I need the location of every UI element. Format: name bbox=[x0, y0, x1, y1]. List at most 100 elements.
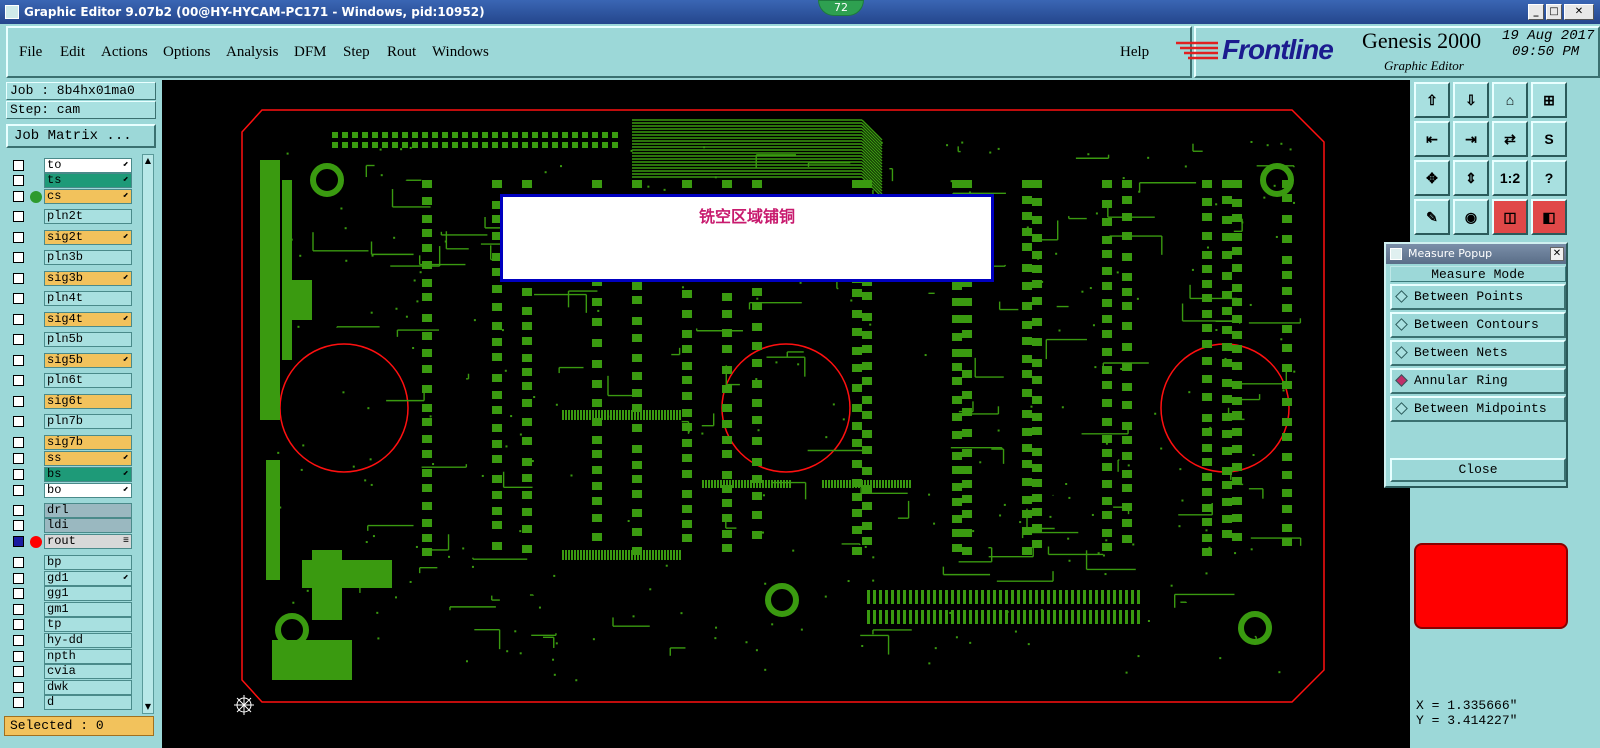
menu-options[interactable]: Options bbox=[163, 44, 211, 61]
layer-name[interactable]: pln2t bbox=[44, 209, 132, 224]
layer-checkbox[interactable] bbox=[13, 355, 24, 366]
layer-name[interactable]: dwk bbox=[44, 680, 132, 695]
layer-row[interactable]: bp bbox=[8, 555, 138, 570]
layer-row[interactable]: hy-dd bbox=[8, 633, 138, 648]
layer-name[interactable]: pln6t bbox=[44, 373, 132, 388]
layer-row[interactable]: bs ⬋ bbox=[8, 467, 138, 482]
menu-actions[interactable]: Actions bbox=[101, 44, 148, 61]
layer-name[interactable]: pln7b bbox=[44, 414, 132, 429]
layer-name[interactable]: sig5b ⬋ bbox=[44, 353, 132, 368]
minimize-button[interactable]: _ bbox=[1528, 4, 1544, 20]
menu-dfm[interactable]: DFM bbox=[294, 44, 327, 61]
layer-row[interactable]: sig5b ⬋ bbox=[8, 353, 138, 368]
layer-checkbox[interactable] bbox=[13, 252, 24, 263]
layer-checkbox[interactable] bbox=[13, 588, 24, 599]
layer-checkbox[interactable] bbox=[13, 697, 24, 708]
zoom-fit-icon[interactable]: ✥ bbox=[1414, 160, 1450, 196]
layer-checkbox[interactable] bbox=[13, 211, 24, 222]
layer-row[interactable]: sig6t bbox=[8, 394, 138, 409]
layer-checkbox[interactable] bbox=[13, 635, 24, 646]
layer-checkbox[interactable] bbox=[13, 557, 24, 568]
layer-name[interactable]: pln3b bbox=[44, 250, 132, 265]
layer-name[interactable]: sig7b bbox=[44, 435, 132, 450]
menu-analysis[interactable]: Analysis bbox=[226, 44, 279, 61]
close-window-button[interactable]: ✕ bbox=[1564, 4, 1594, 20]
menu-file[interactable]: File bbox=[19, 44, 42, 61]
layer-checkbox[interactable] bbox=[13, 293, 24, 304]
layer-checkbox[interactable] bbox=[13, 666, 24, 677]
layer-row[interactable]: cs ⬋ bbox=[8, 189, 138, 204]
menu-edit[interactable]: Edit bbox=[60, 44, 85, 61]
job-matrix-button[interactable]: Job Matrix ... bbox=[6, 124, 156, 148]
layer-name[interactable]: ss ⬋ bbox=[44, 451, 132, 466]
layer-row[interactable]: ts ⬋ bbox=[8, 173, 138, 188]
layer-row[interactable]: pln2t bbox=[8, 209, 138, 224]
layer-row[interactable]: sig7b bbox=[8, 435, 138, 450]
layer-name[interactable]: gd1 ⬋ bbox=[44, 571, 132, 586]
menu-step[interactable]: Step bbox=[343, 44, 370, 61]
layer-checkbox[interactable] bbox=[13, 485, 24, 496]
layer-name[interactable]: hy-dd bbox=[44, 633, 132, 648]
layer-checkbox[interactable] bbox=[13, 453, 24, 464]
layer-checkbox[interactable] bbox=[13, 160, 24, 171]
layer-checkbox[interactable] bbox=[13, 314, 24, 325]
option-between-midpoints[interactable]: Between Midpoints bbox=[1390, 396, 1566, 422]
layer-row[interactable]: ss ⬋ bbox=[8, 451, 138, 466]
layer-row[interactable]: sig4t ⬋ bbox=[8, 312, 138, 327]
layer-checkbox[interactable] bbox=[13, 416, 24, 427]
zoom-down-icon[interactable]: ⇩ bbox=[1453, 82, 1489, 118]
help-icon[interactable]: ? bbox=[1531, 160, 1567, 196]
layer-checkbox[interactable] bbox=[13, 469, 24, 480]
option-between-contours[interactable]: Between Contours bbox=[1390, 312, 1566, 338]
scroll-up-icon[interactable]: ▲ bbox=[143, 155, 153, 167]
layer-row[interactable]: gd1 ⬋ bbox=[8, 571, 138, 586]
layer-name[interactable]: cvia bbox=[44, 664, 132, 679]
layer-checkbox[interactable] bbox=[13, 619, 24, 630]
zoom-area-icon[interactable]: ⇕ bbox=[1453, 160, 1489, 196]
layer-name[interactable]: sig4t ⬋ bbox=[44, 312, 132, 327]
layer-row[interactable]: rout ≡ bbox=[8, 534, 138, 549]
maximize-button[interactable]: □ bbox=[1546, 4, 1562, 20]
pan-right-icon[interactable]: ⇥ bbox=[1453, 121, 1489, 157]
close-button[interactable]: Close bbox=[1390, 458, 1566, 482]
layer-checkbox[interactable] bbox=[13, 536, 24, 547]
layer-checkbox[interactable] bbox=[13, 682, 24, 693]
layer-name[interactable]: sig3b ⬋ bbox=[44, 271, 132, 286]
layer-row[interactable]: gg1 bbox=[8, 586, 138, 601]
layer-row[interactable]: pln6t bbox=[8, 373, 138, 388]
snap-icon[interactable]: S bbox=[1531, 121, 1567, 157]
layer-checkbox[interactable] bbox=[13, 334, 24, 345]
layer-row[interactable]: tp bbox=[8, 617, 138, 632]
option-annular-ring[interactable]: Annular Ring bbox=[1390, 368, 1566, 394]
layer-name[interactable]: pln4t bbox=[44, 291, 132, 306]
layer-row[interactable]: cvia bbox=[8, 664, 138, 679]
layer-row[interactable]: d bbox=[8, 695, 138, 710]
home-icon[interactable]: ⌂ bbox=[1492, 82, 1528, 118]
layer-name[interactable]: gg1 bbox=[44, 586, 132, 601]
layer-checkbox[interactable] bbox=[13, 573, 24, 584]
layer-row[interactable]: to ⬋ bbox=[8, 158, 138, 173]
layer-name[interactable]: bs ⬋ bbox=[44, 467, 132, 482]
layer-checkbox[interactable] bbox=[13, 191, 24, 202]
color-swatch[interactable] bbox=[1414, 543, 1568, 629]
layer-name[interactable]: sig6t bbox=[44, 394, 132, 409]
layer-checkbox[interactable] bbox=[13, 232, 24, 243]
graphic-canvas[interactable] bbox=[162, 80, 1410, 748]
layer-row[interactable]: pln3b bbox=[8, 250, 138, 265]
annotation-box[interactable]: 铣空区域铺铜 bbox=[500, 194, 994, 282]
layer-name[interactable]: bo ⬋ bbox=[44, 483, 132, 498]
net-icon[interactable]: ◫ bbox=[1492, 199, 1528, 235]
zoom-home-icon[interactable]: ⇧ bbox=[1414, 82, 1450, 118]
layer-row[interactable]: gm1 bbox=[8, 602, 138, 617]
edit-icon[interactable]: ✎ bbox=[1414, 199, 1450, 235]
menu-rout[interactable]: Rout bbox=[387, 44, 416, 61]
layer-row[interactable]: sig3b ⬋ bbox=[8, 271, 138, 286]
grid-icon[interactable]: ⊞ bbox=[1531, 82, 1567, 118]
layer-checkbox[interactable] bbox=[13, 604, 24, 615]
layer-row[interactable]: npth bbox=[8, 649, 138, 664]
layer-checkbox[interactable] bbox=[13, 651, 24, 662]
layer-row[interactable]: pln5b bbox=[8, 332, 138, 347]
layer-row[interactable]: pln7b bbox=[8, 414, 138, 429]
layer-name[interactable]: drl bbox=[44, 503, 132, 518]
layer-checkbox[interactable] bbox=[13, 437, 24, 448]
